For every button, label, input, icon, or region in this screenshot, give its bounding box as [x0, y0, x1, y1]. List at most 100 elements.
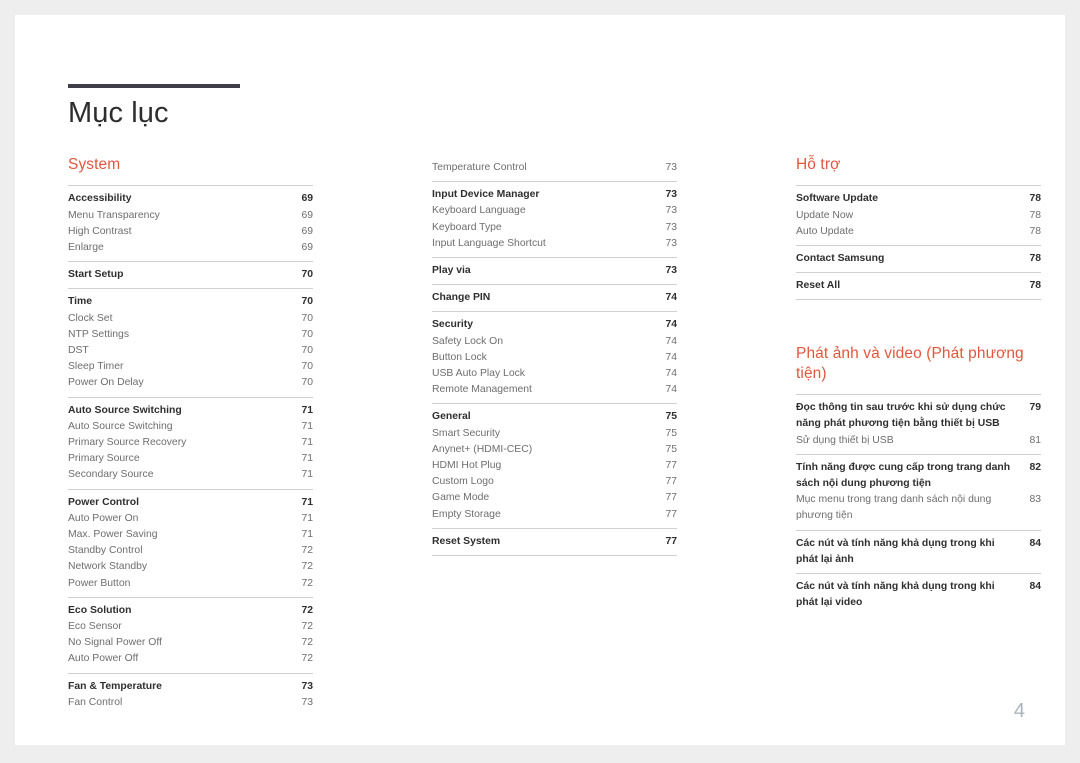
toc-entry[interactable]: Auto Source Switching 71	[68, 403, 313, 419]
toc-group: Reset System 77	[432, 527, 677, 557]
toc-entry[interactable]: Keyboard Language 73	[432, 203, 677, 219]
toc-entry-label: Eco Sensor	[68, 621, 122, 633]
toc-entry[interactable]: Empty Storage 77	[432, 507, 677, 523]
toc-entry-page: 71	[301, 420, 313, 432]
toc-entry[interactable]: Smart Security 75	[432, 426, 677, 442]
toc-entry-page: 72	[301, 621, 313, 633]
toc-entry[interactable]: 84 Các nút và tính năng khả dụng trong kh…	[796, 579, 1041, 611]
toc-entry[interactable]: Temperature Control 73	[432, 160, 677, 176]
toc-entry[interactable]: Sử dụng thiết bị USB 81	[796, 433, 1041, 449]
toc-entry[interactable]: USB Auto Play Lock 74	[432, 366, 677, 382]
toc-group: Security 74 Safety Lock On 74 Button Lock 74 U…	[432, 311, 677, 403]
toc-entry-page: 70	[301, 361, 313, 373]
toc-entry-label: Enlarge	[68, 241, 104, 253]
toc-entry[interactable]: Fan & Temperature 73	[68, 679, 313, 695]
toc-entry-page: 72	[301, 561, 313, 573]
toc-entry-page: 73	[665, 265, 677, 277]
toc-entry-page: 72	[301, 577, 313, 589]
title-accent-rule	[68, 84, 240, 88]
toc-entry-page: 74	[665, 384, 677, 396]
toc-entry[interactable]: Eco Solution 72	[68, 603, 313, 619]
toc-entry-page: 70	[301, 312, 313, 324]
toc-entry[interactable]: Input Language Shortcut 73	[432, 236, 677, 252]
toc-entry-page: 74	[665, 335, 677, 347]
toc-entry[interactable]: 83 Mục menu trong trang danh sách nội dun…	[796, 492, 1041, 524]
toc-entry[interactable]: 82 Tính năng được cung cấp trong trang da…	[796, 460, 1041, 492]
toc-entry-label: Auto Source Switching	[68, 420, 173, 432]
toc-entry[interactable]: Primary Source Recovery 71	[68, 435, 313, 451]
toc-entry[interactable]: High Contrast 69	[68, 224, 313, 240]
toc-entry[interactable]: Eco Sensor 72	[68, 619, 313, 635]
toc-entry-label: Eco Solution	[68, 604, 132, 616]
toc-entry[interactable]: Update Now 78	[796, 208, 1041, 224]
toc-group: 84 Các nút và tính năng khả dụng trong kh…	[796, 529, 1041, 573]
toc-group: Fan & Temperature 73 Fan Control 73	[68, 672, 313, 716]
toc-entry[interactable]: Auto Update 78	[796, 224, 1041, 240]
toc-entry[interactable]: Auto Power On 71	[68, 511, 313, 527]
toc-entry[interactable]: 84 Các nút và tính năng khả dụng trong kh…	[796, 536, 1041, 568]
toc-entry[interactable]: Power On Delay 70	[68, 375, 313, 391]
toc-entry[interactable]: Auto Source Switching 71	[68, 419, 313, 435]
toc-entry[interactable]: Custom Logo 77	[432, 474, 677, 490]
toc-entry-page: 78	[1029, 225, 1041, 237]
toc-entry[interactable]: Safety Lock On 74	[432, 334, 677, 350]
toc-entry[interactable]: Max. Power Saving 71	[68, 527, 313, 543]
toc-entry[interactable]: DST 70	[68, 343, 313, 359]
toc-entry-page: 69	[301, 193, 313, 205]
toc-entry[interactable]: Play via 73	[432, 263, 677, 279]
toc-entry[interactable]: Secondary Source 71	[68, 467, 313, 483]
toc-entry[interactable]: Start Setup 70	[68, 267, 313, 283]
toc-entry[interactable]: Clock Set 70	[68, 311, 313, 327]
toc-entry-page: 71	[301, 469, 313, 481]
toc-group: Auto Source Switching 71 Auto Source Switc…	[68, 396, 313, 489]
toc-entry-label: Auto Source Switching	[68, 404, 182, 416]
toc-entry[interactable]: 79 Đọc thông tin sau trước khi sử dụng ch…	[796, 400, 1041, 432]
toc-entry-label: Mục menu trong trang danh sách nội dung …	[796, 494, 992, 522]
toc-entry[interactable]: Anynet+ (HDMI-CEC) 75	[432, 442, 677, 458]
toc-group: 82 Tính năng được cung cấp trong trang da…	[796, 453, 1041, 530]
toc-entry[interactable]: Primary Source 71	[68, 451, 313, 467]
toc-entry[interactable]: General 75	[432, 409, 677, 425]
toc-entry[interactable]: NTP Settings 70	[68, 327, 313, 343]
column-gutter-2	[677, 155, 796, 716]
toc-entry[interactable]: Input Device Manager 73	[432, 187, 677, 203]
toc-entry[interactable]: Power Control 71	[68, 495, 313, 511]
toc-entry[interactable]: Network Standby 72	[68, 559, 313, 575]
toc-entry[interactable]: Keyboard Type 73	[432, 220, 677, 236]
toc-entry[interactable]: Security 74	[432, 317, 677, 333]
toc-entry[interactable]: Enlarge 69	[68, 240, 313, 256]
toc-entry[interactable]: Reset All 78	[796, 278, 1041, 294]
toc-entry[interactable]: Software Update 78	[796, 191, 1041, 207]
toc-entry[interactable]: Time 70	[68, 294, 313, 310]
toc-entry-label: NTP Settings	[68, 328, 130, 340]
toc-entry[interactable]: Power Button 72	[68, 576, 313, 592]
toc-entry[interactable]: Contact Samsung 78	[796, 251, 1041, 267]
toc-entry-page: 73	[665, 162, 677, 173]
toc-entry-label: Input Device Manager	[432, 189, 540, 201]
toc-entry-page: 81	[1029, 434, 1041, 446]
toc-group: Start Setup 70	[68, 261, 313, 288]
toc-entry-label: Primary Source	[68, 453, 140, 465]
toc-entry[interactable]: HDMI Hot Plug 77	[432, 458, 677, 474]
toc-entry-label: HDMI Hot Plug	[432, 460, 502, 472]
toc-entry-label: Security	[432, 319, 474, 331]
toc-entry[interactable]: Menu Transparency 69	[68, 208, 313, 224]
toc-entry[interactable]: Accessibility 69	[68, 191, 313, 207]
toc-entry[interactable]: Change PIN 74	[432, 290, 677, 306]
toc-entry[interactable]: Sleep Timer 70	[68, 359, 313, 375]
toc-entry[interactable]: Remote Management 74	[432, 382, 677, 398]
toc-entry[interactable]: Button Lock 74	[432, 350, 677, 366]
toc-entry[interactable]: No Signal Power Off 72	[68, 635, 313, 651]
toc-entry[interactable]: Auto Power Off 72	[68, 651, 313, 667]
toc-entry[interactable]: Game Mode 77	[432, 490, 677, 506]
toc-entry-page: 70	[301, 377, 313, 389]
toc-entry[interactable]: Fan Control 73	[68, 695, 313, 711]
toc-entry[interactable]: Standby Control 72	[68, 543, 313, 559]
toc-entry-page: 73	[665, 237, 677, 249]
toc-entry-page: 71	[301, 404, 313, 416]
toc-entry[interactable]: Reset System 77	[432, 534, 677, 550]
toc-entry-label: Power Button	[68, 577, 131, 589]
toc-column-1: System Accessibility 69 Menu Transparency 69…	[68, 155, 313, 716]
toc-entry-page: 74	[665, 319, 677, 331]
toc-entry-page: 74	[665, 351, 677, 363]
